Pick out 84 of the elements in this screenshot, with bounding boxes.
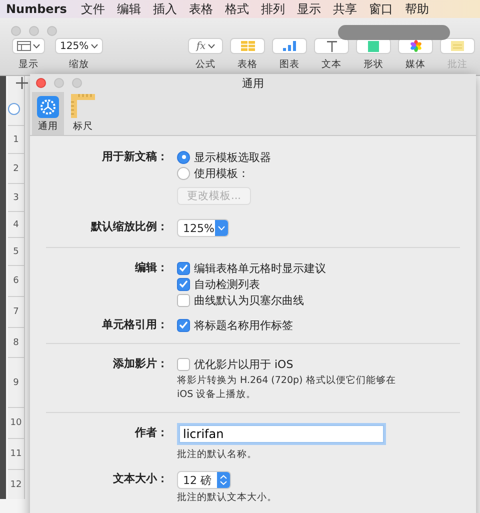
add-sheet-icon[interactable] xyxy=(16,77,28,89)
row-number: 9 xyxy=(8,357,24,407)
close-button[interactable] xyxy=(36,78,46,88)
gear-icon xyxy=(37,96,59,118)
table-icon xyxy=(240,41,254,51)
row-number: 7 xyxy=(8,296,24,327)
chart-button[interactable] xyxy=(272,38,307,54)
text-icon xyxy=(326,40,336,52)
checkbox-label: 曲线默认为贝塞尔曲线 xyxy=(194,292,304,308)
menu-item[interactable]: 表格 xyxy=(182,0,219,18)
row-number: 12 xyxy=(8,469,24,499)
checkbox-label: 自动检测列表 xyxy=(194,276,260,292)
checkbox[interactable] xyxy=(177,358,190,370)
flower-icon xyxy=(410,40,422,52)
sidebar-layout-icon xyxy=(17,41,31,51)
menu-item[interactable]: 共享 xyxy=(326,0,363,18)
size-popup[interactable]: 12 磅 xyxy=(177,471,231,489)
checkbox-label: 编辑表格单元格时显示建议 xyxy=(194,260,326,276)
row-number: 10 xyxy=(8,407,24,438)
radio-button[interactable] xyxy=(177,150,190,164)
checkbox[interactable] xyxy=(177,294,190,306)
row-number: 4 xyxy=(8,211,24,237)
toolbar-label: 缩放 xyxy=(68,58,89,71)
menu-item[interactable]: 格式 xyxy=(218,0,255,18)
menu-item[interactable]: 文件 xyxy=(74,0,111,18)
menu-item[interactable]: 帮助 xyxy=(398,0,435,18)
menu-app-name[interactable]: Numbers xyxy=(6,2,75,16)
zoom-popup[interactable]: 125% xyxy=(177,219,229,237)
comment-button[interactable] xyxy=(440,38,475,54)
checkbox[interactable] xyxy=(177,262,190,274)
author-field[interactable]: licrifan xyxy=(179,425,384,443)
menu-item[interactable]: 排列 xyxy=(254,0,291,18)
setting-label: 添加影片： xyxy=(112,356,168,372)
setting-label: 作者： xyxy=(134,425,168,441)
radio-button[interactable] xyxy=(177,166,190,180)
checkbox[interactable] xyxy=(177,318,190,332)
menu-item[interactable]: 显示 xyxy=(290,0,327,18)
toolbar-label: 图表 xyxy=(280,58,300,71)
chevron-down-icon xyxy=(218,226,225,230)
menu-item[interactable]: 编辑 xyxy=(110,0,147,18)
text-button[interactable] xyxy=(314,38,349,54)
toolbar-label: 公式 xyxy=(196,58,216,71)
row-number: 1 xyxy=(8,125,24,153)
row-number: 6 xyxy=(8,265,24,296)
menu-item[interactable]: 窗口 xyxy=(362,0,399,18)
setting-label: 文本大小： xyxy=(112,471,168,487)
formula-icon: fx xyxy=(196,40,206,52)
toolbar-label: 形状 xyxy=(364,58,384,71)
chevron-down-icon xyxy=(208,44,215,48)
toolbar-label: 表格 xyxy=(238,58,258,71)
ruler-icon xyxy=(71,94,95,118)
zoom-popup[interactable]: 125% xyxy=(55,38,103,54)
note-icon xyxy=(451,41,464,51)
hint-text: 将影片转换为 H.264 (720p) 格式以便它们能够在 iOS 设备上播放。 xyxy=(177,374,397,402)
row-number: 8 xyxy=(8,327,24,357)
toolbar-label: 文本 xyxy=(322,58,342,71)
stepper-arrows-icon xyxy=(220,475,227,485)
menu-item[interactable]: 插入 xyxy=(146,0,183,18)
row-number: 11 xyxy=(8,438,24,469)
bar-chart-icon xyxy=(283,41,296,51)
window-title: 通用 xyxy=(242,76,264,90)
radio-label: 显示模板选取器 xyxy=(194,150,271,164)
toolbar-label: 媒体 xyxy=(406,58,426,71)
toolbar-label: 显示 xyxy=(18,58,38,71)
setting-label: 单元格引用： xyxy=(101,317,168,333)
row-number: 5 xyxy=(8,237,24,265)
setting-label: 默认缩放比例： xyxy=(90,219,168,235)
view-button[interactable] xyxy=(12,38,45,54)
square-icon xyxy=(368,40,379,52)
checkbox-label: 优化影片以用于 iOS xyxy=(194,356,294,372)
chevron-down-icon xyxy=(90,44,98,48)
preferences-tab[interactable]: 标尺 xyxy=(67,92,99,135)
hint-text: 批注的默认名称。 xyxy=(177,448,258,462)
preferences-tab[interactable]: 通用 xyxy=(32,92,64,135)
row-number: 2 xyxy=(8,153,24,183)
formula-button[interactable]: fx xyxy=(188,38,223,54)
chevron-down-icon xyxy=(33,44,40,48)
radio-label: 使用模板： xyxy=(194,166,249,180)
row-number: 3 xyxy=(8,183,24,211)
setting-label: 编辑： xyxy=(134,260,168,276)
setting-label: 用于新文稿： xyxy=(100,149,168,165)
checkbox[interactable] xyxy=(177,278,190,290)
hint-text: 批注的默认文本大小。 xyxy=(177,491,278,505)
checkbox-label: 将标题名称用作标签 xyxy=(194,318,293,332)
